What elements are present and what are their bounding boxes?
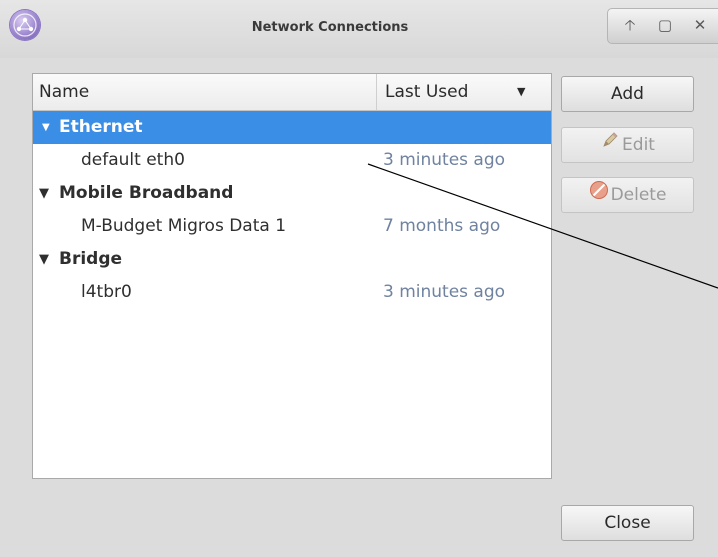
close-button[interactable]: Close <box>561 505 694 541</box>
window-controls: 🡡 ▢ ✕ <box>607 8 718 44</box>
maximize-up-icon[interactable]: 🡡 <box>620 15 640 35</box>
connection-name: l4tbr0 <box>81 282 132 302</box>
group-label: Ethernet <box>59 117 143 137</box>
connections-tree[interactable]: Name Last Used ▼ ▼ Ethernet default eth0… <box>32 73 552 479</box>
edit-button-label: Edit <box>622 135 655 155</box>
title-bar[interactable]: Network Connections 🡡 ▢ ✕ <box>0 0 718 58</box>
delete-button[interactable]: Delete <box>561 177 694 213</box>
delete-button-label: Delete <box>610 185 667 205</box>
window-title: Network Connections <box>251 20 409 35</box>
expander-icon[interactable]: ▼ <box>39 177 49 210</box>
group-row-bridge[interactable]: ▼ Bridge <box>33 243 551 276</box>
group-row-mobile-broadband[interactable]: ▼ Mobile Broadband <box>33 177 551 210</box>
connection-row[interactable]: M-Budget Migros Data 1 7 months ago <box>33 210 551 243</box>
connection-name: default eth0 <box>81 150 185 170</box>
pencil-icon <box>600 128 620 162</box>
close-window-icon[interactable]: ✕ <box>690 15 710 35</box>
add-button-label: Add <box>611 84 644 104</box>
tree-header: Name Last Used ▼ <box>33 74 551 111</box>
restore-icon[interactable]: ▢ <box>655 15 675 35</box>
no-entry-icon <box>589 178 609 212</box>
column-header-last-used[interactable]: Last Used ▼ <box>377 74 551 110</box>
group-row-ethernet[interactable]: ▼ Ethernet <box>33 111 551 144</box>
close-button-label: Close <box>604 513 651 533</box>
edit-button[interactable]: Edit <box>561 127 694 163</box>
connection-row[interactable]: l4tbr0 3 minutes ago <box>33 276 551 309</box>
column-header-last-used-label: Last Used <box>385 82 469 102</box>
group-label: Mobile Broadband <box>59 183 234 203</box>
group-label: Bridge <box>59 249 123 269</box>
add-button[interactable]: Add <box>561 76 694 112</box>
network-connections-window: Network Connections 🡡 ▢ ✕ Name Last Used… <box>0 0 718 557</box>
column-header-name[interactable]: Name <box>33 74 377 110</box>
connection-last-used: 3 minutes ago <box>383 150 506 170</box>
connection-name: M-Budget Migros Data 1 <box>81 216 287 236</box>
expander-icon[interactable]: ▼ <box>42 111 50 144</box>
connection-row[interactable]: default eth0 3 minutes ago <box>33 144 551 177</box>
connection-last-used: 3 minutes ago <box>383 282 506 302</box>
expander-icon[interactable]: ▼ <box>39 243 49 276</box>
sort-descending-icon: ▼ <box>517 85 526 98</box>
connection-last-used: 7 months ago <box>383 216 501 236</box>
